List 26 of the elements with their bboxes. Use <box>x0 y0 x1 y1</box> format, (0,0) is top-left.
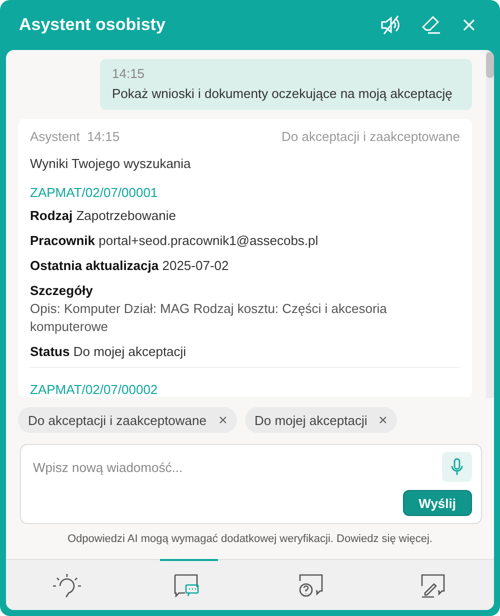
remove-icon <box>379 416 388 424</box>
document-field: Ostatnia aktualizacja 2025-07-02 <box>30 257 460 275</box>
disclaimer-text: Odpowiedzi AI mogą wymagać dodatkowej weryfikacji. Dowiedz się więcej. <box>66 533 434 545</box>
lightbulb-icon <box>50 572 84 600</box>
document-field: Rodzaj Zapotrzebowanie <box>30 207 460 225</box>
document-field: Status Do mojej akceptacji <box>30 343 460 361</box>
send-button[interactable]: Wyślij <box>402 490 472 516</box>
document-field: Szczegóły Opis: Komputer Dział: MAG Rodzaj kosztu: Części i akcesoria komputerowe <box>30 282 460 336</box>
window-title: Asystent osobisty <box>19 15 166 35</box>
filter-label: Do akceptacji i zaakceptowane <box>282 129 460 144</box>
document-field: Pracownik portal+seod.pracownik1@assecobs.pl <box>30 232 460 250</box>
message-field[interactable]: Wpisz nową wiadomość... Wyślij <box>20 444 482 524</box>
document-link[interactable]: ZAPMAT/02/07/00001 <box>30 185 460 200</box>
message-time: 14:15 <box>112 66 146 81</box>
microphone-button[interactable] <box>442 452 472 482</box>
muted-speaker-icon <box>380 15 402 35</box>
message-text: Pokaż wnioski i dokumenty oczekujące na moją akceptację <box>112 86 454 101</box>
remove-icon <box>218 416 226 424</box>
microphone-icon <box>451 458 463 476</box>
eraser-icon <box>420 15 442 35</box>
filter-chip[interactable]: Do mojej akceptacji <box>244 407 398 433</box>
document-link[interactable]: ZAPMAT/02/07/00002 <box>30 382 460 397</box>
filter-chip[interactable]: Do akceptacji i zaakceptowane <box>18 407 236 433</box>
message-author-time: Asystent 14:15 <box>30 129 120 144</box>
scrollbar[interactable] <box>486 50 494 398</box>
message-text: Wyniki Twojego wyszukania <box>30 156 192 171</box>
